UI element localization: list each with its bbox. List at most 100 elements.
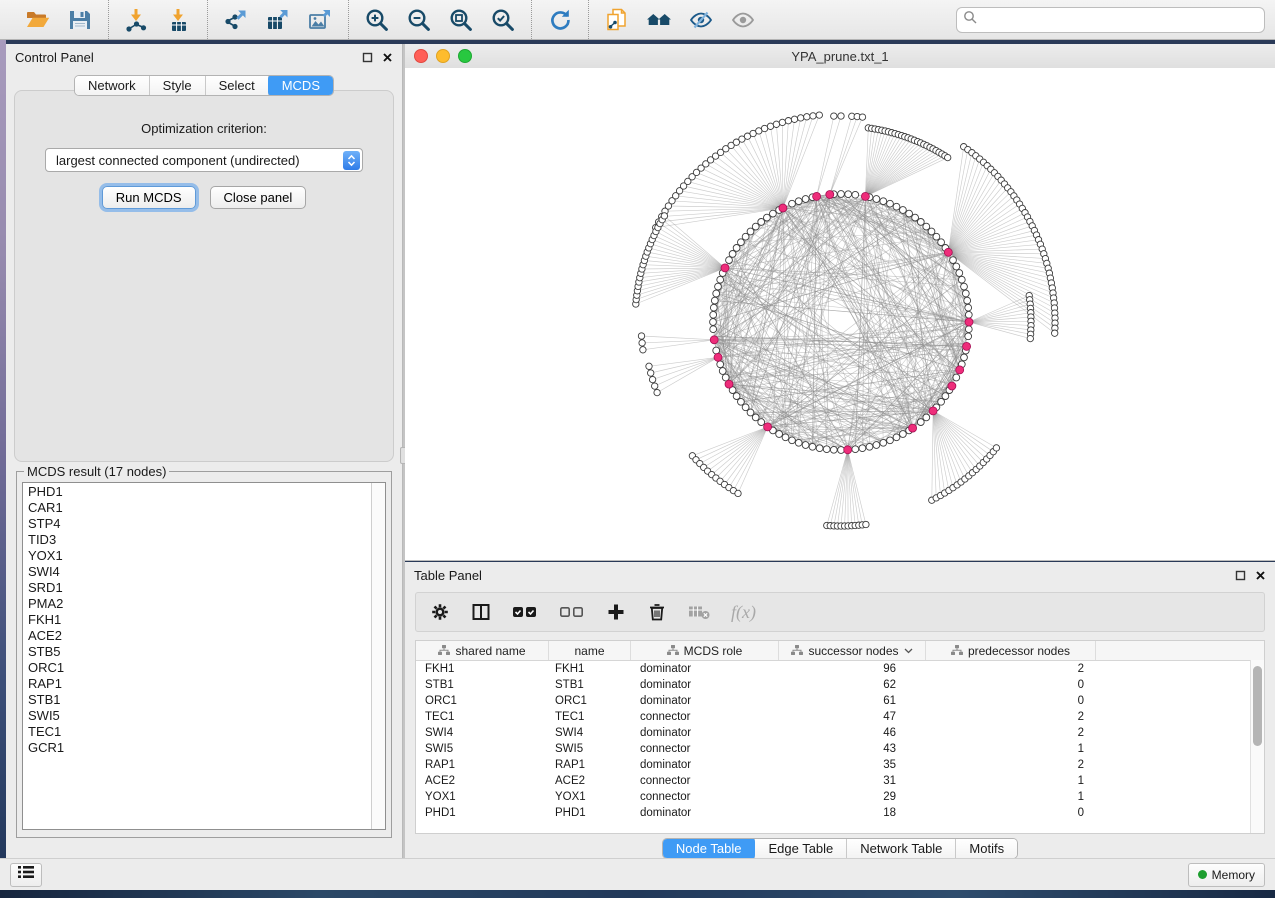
cell: 18 xyxy=(779,807,926,819)
mcds-result-item[interactable]: STP4 xyxy=(28,516,385,532)
tab-mcds[interactable]: MCDS xyxy=(268,75,334,96)
mcds-result-item[interactable]: STB5 xyxy=(28,644,385,660)
import-table-icon[interactable] xyxy=(165,6,193,34)
table-row[interactable]: ACE2ACE2connector311 xyxy=(416,773,1264,789)
zoom-in-icon[interactable] xyxy=(363,6,391,34)
toolbar-group xyxy=(10,0,108,39)
table-row[interactable]: ORC1ORC1dominator610 xyxy=(416,693,1264,709)
table-row[interactable]: SWI5SWI5connector431 xyxy=(416,741,1264,757)
mcds-result-item[interactable]: TEC1 xyxy=(28,724,385,740)
zoom-fit-icon[interactable] xyxy=(447,6,475,34)
clone-network-icon[interactable] xyxy=(603,6,631,34)
column-header-shared-name[interactable]: shared name xyxy=(416,641,549,660)
column-header-predecessor-nodes[interactable]: predecessor nodes xyxy=(926,641,1096,660)
search-input[interactable] xyxy=(981,11,1258,28)
export-network-icon[interactable] xyxy=(222,6,250,34)
mcds-result-item[interactable]: STB1 xyxy=(28,692,385,708)
tab-network[interactable]: Network xyxy=(75,76,150,95)
table-row[interactable]: TEC1TEC1connector472 xyxy=(416,709,1264,725)
cell: 29 xyxy=(779,791,926,803)
hide-eye-icon[interactable] xyxy=(687,6,715,34)
delete-entries-icon[interactable] xyxy=(647,602,667,622)
cell: 2 xyxy=(926,759,1096,771)
mcds-result-item[interactable]: ORC1 xyxy=(28,660,385,676)
select-all-icon[interactable] xyxy=(512,604,538,620)
table-scrollbar[interactable] xyxy=(1250,660,1264,833)
table-scrollbar-thumb[interactable] xyxy=(1253,666,1262,746)
list-scrollbar[interactable] xyxy=(371,483,385,829)
table-panel-title: Table Panel xyxy=(414,568,482,583)
mcds-tab-content: Optimization criterion: largest connecte… xyxy=(14,90,394,462)
import-network-icon[interactable] xyxy=(123,6,151,34)
zoom-out-icon[interactable] xyxy=(405,6,433,34)
cell: FKH1 xyxy=(416,663,549,675)
column-header-MCDS-role[interactable]: MCDS role xyxy=(631,641,779,660)
cell: dominator xyxy=(631,807,779,819)
column-header-successor-nodes[interactable]: successor nodes xyxy=(779,641,926,660)
run-mcds-button[interactable]: Run MCDS xyxy=(102,186,196,209)
search-box[interactable] xyxy=(956,7,1265,33)
mcds-result-item[interactable]: SWI4 xyxy=(28,564,385,580)
criterion-select[interactable]: largest connected component (undirected) xyxy=(45,148,363,172)
deselect-all-icon[interactable] xyxy=(559,604,585,620)
save-icon[interactable] xyxy=(66,6,94,34)
mcds-result-item[interactable]: FKH1 xyxy=(28,612,385,628)
tab-style[interactable]: Style xyxy=(150,76,206,95)
column-header-name[interactable]: name xyxy=(549,641,631,660)
fx-icon: f(x) xyxy=(731,602,756,623)
table-row[interactable]: YOX1YOX1connector291 xyxy=(416,789,1264,805)
mcds-result-item[interactable]: RAP1 xyxy=(28,676,385,692)
mcds-result-item[interactable]: SRD1 xyxy=(28,580,385,596)
cell: TEC1 xyxy=(416,711,549,723)
table-row[interactable]: STB1STB1dominator620 xyxy=(416,677,1264,693)
cell: dominator xyxy=(631,727,779,739)
table-row[interactable]: FKH1FKH1dominator962 xyxy=(416,661,1264,677)
table-row[interactable]: RAP1RAP1dominator352 xyxy=(416,757,1264,773)
cell: PHD1 xyxy=(549,807,631,819)
close-icon[interactable] xyxy=(382,52,393,63)
float-icon[interactable] xyxy=(1235,570,1246,581)
cell: 0 xyxy=(926,679,1096,691)
refresh-icon[interactable] xyxy=(546,6,574,34)
mcds-result-item[interactable]: PMA2 xyxy=(28,596,385,612)
memory-button[interactable]: Memory xyxy=(1188,863,1265,887)
open-folder-icon[interactable] xyxy=(24,6,52,34)
close-icon[interactable] xyxy=(1255,570,1266,581)
toolbar-icon-groups xyxy=(10,0,771,39)
table-row[interactable]: SWI4SWI4dominator462 xyxy=(416,725,1264,741)
export-image-icon[interactable] xyxy=(306,6,334,34)
mcds-result-item[interactable]: YOX1 xyxy=(28,548,385,564)
table-tab-edge-table[interactable]: Edge Table xyxy=(755,839,847,858)
cell: 2 xyxy=(926,663,1096,675)
mcds-result-item[interactable]: SWI5 xyxy=(28,708,385,724)
mcds-result-item[interactable]: GCR1 xyxy=(28,740,385,756)
mcds-result-item[interactable]: TID3 xyxy=(28,532,385,548)
table-tab-motifs[interactable]: Motifs xyxy=(956,839,1017,858)
mcds-result-list[interactable]: PHD1CAR1STP4TID3YOX1SWI4SRD1PMA2FKH1ACE2… xyxy=(22,482,386,830)
gear-icon[interactable] xyxy=(430,602,450,622)
table-tab-network-table[interactable]: Network Table xyxy=(847,839,956,858)
columns-icon[interactable] xyxy=(471,602,491,622)
table-row[interactable]: PHD1PHD1dominator180 xyxy=(416,805,1264,821)
cell: 96 xyxy=(779,663,926,675)
export-table-icon[interactable] xyxy=(264,6,292,34)
network-canvas[interactable] xyxy=(405,68,1275,560)
task-history-button[interactable] xyxy=(10,863,42,887)
cell: ORC1 xyxy=(416,695,549,707)
table-header-row: shared namenameMCDS rolesuccessor nodesp… xyxy=(416,641,1264,661)
table-tab-node-table[interactable]: Node Table xyxy=(662,838,757,859)
table-toolbar: f(x) xyxy=(415,592,1265,632)
home-icon[interactable] xyxy=(645,6,673,34)
select-stepper-icon xyxy=(343,151,360,170)
sort-chevron-down-icon xyxy=(904,648,913,654)
mcds-result-item[interactable]: PHD1 xyxy=(28,484,385,500)
toolbar-group xyxy=(108,0,207,39)
close-panel-button[interactable]: Close panel xyxy=(210,186,307,209)
float-icon[interactable] xyxy=(362,52,373,63)
cell: 47 xyxy=(779,711,926,723)
add-column-icon[interactable] xyxy=(606,602,626,622)
mcds-result-item[interactable]: ACE2 xyxy=(28,628,385,644)
mcds-result-item[interactable]: CAR1 xyxy=(28,500,385,516)
zoom-selected-icon[interactable] xyxy=(489,6,517,34)
tab-select[interactable]: Select xyxy=(206,76,269,95)
